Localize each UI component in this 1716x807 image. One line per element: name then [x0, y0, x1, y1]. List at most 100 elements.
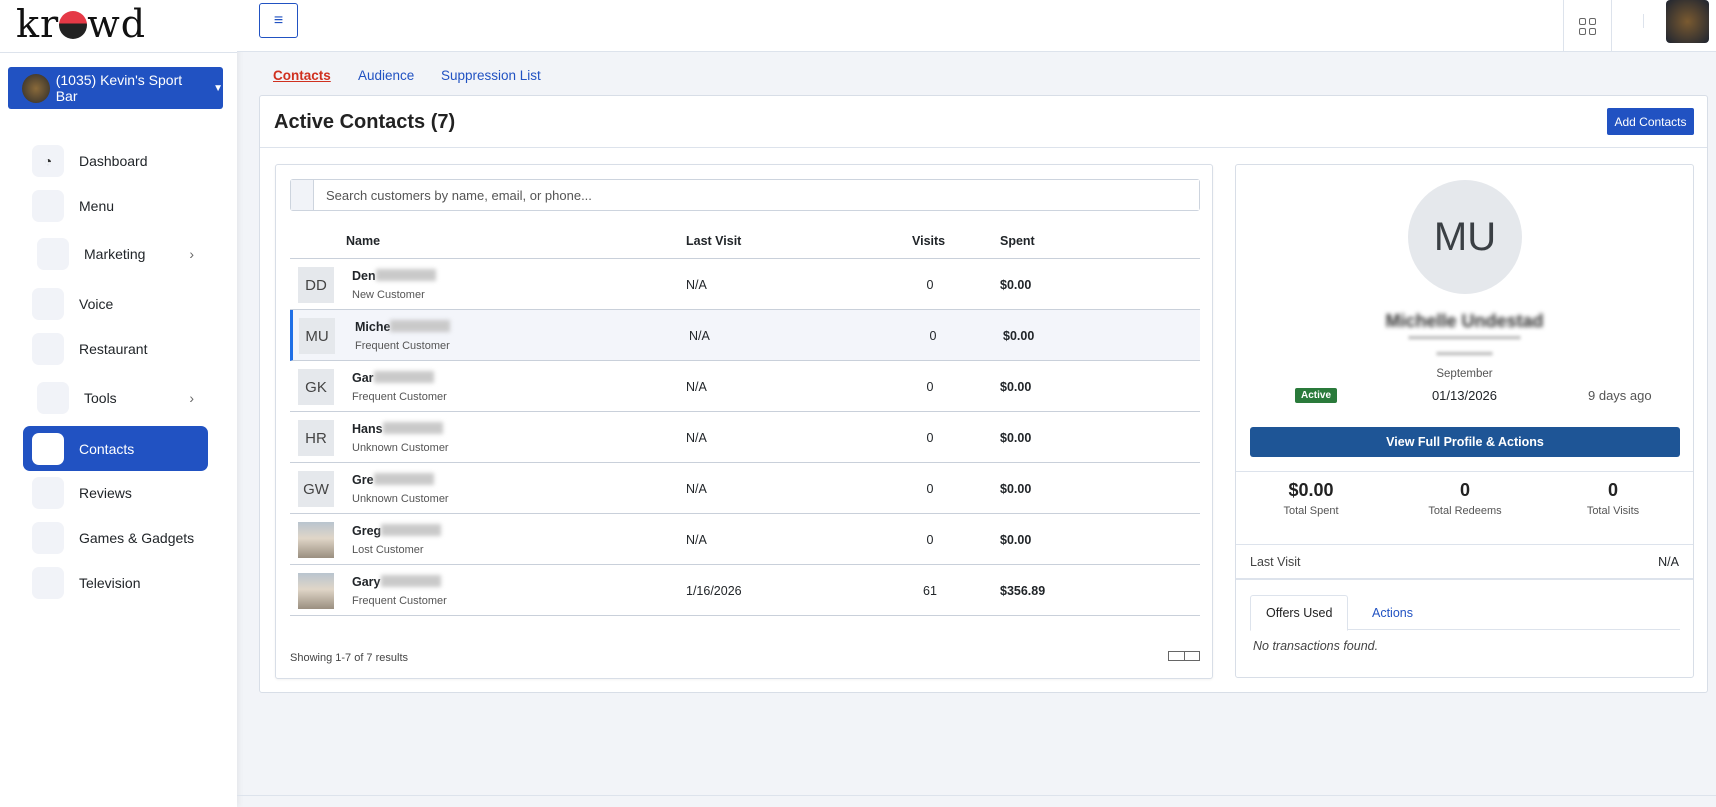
contacts-list-panel: Name Last Visit Visits Spent DD Den New … — [275, 164, 1213, 679]
redacted-text — [381, 524, 442, 536]
contact-name: Miche — [355, 320, 451, 334]
chevron-right-icon: › — [189, 389, 194, 406]
redacted-text — [375, 269, 436, 281]
customer-type: New Customer — [352, 289, 425, 301]
contact-name: Hans — [352, 422, 443, 436]
contact-avatar: HR — [298, 420, 334, 456]
account-avatar[interactable] — [1666, 0, 1709, 43]
visits: 0 — [926, 431, 934, 445]
sidebar-item-restaurant[interactable]: Restaurant — [23, 326, 208, 371]
next-page-button[interactable] — [1183, 652, 1200, 660]
prev-page-button[interactable] — [1169, 652, 1184, 660]
contact-name: Greg — [352, 524, 442, 538]
hamburger-menu-button[interactable]: ≡ — [259, 3, 298, 38]
top-bar: ≡ — [237, 0, 1716, 52]
table-row[interactable]: Gary Frequent Customer 1/16/2026 61 $356… — [290, 565, 1200, 616]
divider — [0, 52, 237, 53]
sidebar-item-television[interactable]: Television — [23, 560, 208, 605]
sidebar: kr wd (1035) Kevin's Sport Bar ▼ ◔ Dashboa… — [0, 0, 237, 807]
tab-contacts[interactable]: Contacts — [273, 68, 331, 83]
tab-offers-used[interactable]: Offers Used — [1250, 595, 1349, 631]
column-header-spent[interactable]: Spent — [1000, 234, 1035, 248]
pagination[interactable] — [1168, 651, 1200, 661]
sidebar-item-label: Dashboard — [79, 152, 148, 169]
last-visit: N/A — [686, 380, 707, 394]
sidebar-item-label: Television — [79, 574, 141, 591]
contact-profile-panel: MU Michelle Undestad •••••••••••••••••••… — [1235, 164, 1694, 678]
reviews-icon — [32, 476, 64, 509]
table-row[interactable]: Greg Lost Customer N/A 0 $0.00 — [290, 514, 1200, 565]
table-row[interactable]: GK Gar Frequent Customer N/A 0 $0.00 — [290, 361, 1200, 412]
profile-tabs: Offers Used Actions — [1250, 595, 1680, 631]
contact-name: Den — [352, 269, 436, 283]
column-header-last-visit[interactable]: Last Visit — [686, 234, 741, 248]
visits: 0 — [926, 380, 934, 394]
apps-button[interactable] — [1563, 0, 1612, 52]
add-contacts-button[interactable]: Add Contacts — [1607, 108, 1694, 135]
sidebar-item-marketing[interactable]: Marketing › — [23, 231, 208, 276]
sidebar-item-voice[interactable]: Voice — [23, 281, 208, 326]
sidebar-item-label: Voice — [79, 295, 114, 312]
column-header-visits[interactable]: Visits — [912, 234, 945, 248]
table-row[interactable]: HR Hans Unknown Customer N/A 0 $0.00 — [290, 412, 1200, 463]
customer-type: Frequent Customer — [352, 595, 447, 607]
stat-total-spent: $0.00 Total Spent — [1283, 480, 1339, 517]
tab-audience[interactable]: Audience — [358, 68, 414, 83]
menu-icon — [32, 189, 64, 222]
profile-month: September — [1436, 368, 1493, 380]
tools-icon — [37, 381, 69, 414]
customer-type: Unknown Customer — [352, 442, 449, 454]
sidebar-item-reviews[interactable]: Reviews — [23, 470, 208, 515]
search-input[interactable] — [314, 180, 1199, 210]
gauge-icon: ◔ — [32, 144, 64, 177]
profile-phone-redacted: •••••••••••••••• — [1436, 349, 1493, 360]
stat-total-visits: 0 Total Visits — [1586, 480, 1640, 517]
spent: $0.00 — [1003, 329, 1035, 343]
table-row[interactable]: GW Gre Unknown Customer N/A 0 $0.00 — [290, 463, 1200, 514]
visits: 0 — [926, 482, 934, 496]
contact-avatar: GW — [298, 471, 334, 507]
tab-suppression-list[interactable]: Suppression List — [441, 68, 541, 83]
sidebar-item-contacts[interactable]: Contacts — [23, 426, 208, 471]
krowd-logo[interactable]: kr wd — [16, 2, 146, 46]
profile-name: Michelle Undestad — [1385, 311, 1544, 331]
empty-state: No transactions found. — [1253, 639, 1379, 653]
sidebar-item-label: Games & Gadgets — [79, 529, 195, 546]
sidebar-item-games[interactable]: Games & Gadgets — [23, 515, 208, 560]
spent: $0.00 — [1000, 431, 1032, 445]
last-visit: N/A — [686, 278, 707, 292]
customer-type: Lost Customer — [352, 544, 424, 556]
tab-actions[interactable]: Actions — [1357, 595, 1428, 631]
visits: 0 — [929, 329, 937, 343]
results-count: Showing 1-7 of 7 results — [290, 652, 409, 664]
customer-type: Frequent Customer — [355, 340, 450, 352]
contact-avatar: MU — [299, 318, 335, 354]
sidebar-item-dashboard[interactable]: ◔ Dashboard — [23, 138, 208, 183]
sidebar-item-label: Reviews — [79, 484, 132, 501]
voice-icon — [32, 287, 64, 320]
visits: 0 — [926, 278, 934, 292]
contact-avatar: DD — [298, 267, 334, 303]
sidebar-item-menu[interactable]: Menu — [23, 183, 208, 228]
table-row[interactable]: MU Miche Frequent Customer N/A 0 $0.00 — [290, 310, 1200, 361]
contact-avatar — [298, 522, 334, 558]
television-icon — [32, 566, 64, 599]
page-title: Active Contacts (7) — [274, 111, 456, 133]
table-row[interactable]: DD Den New Customer N/A 0 $0.00 — [290, 259, 1200, 310]
sidebar-item-tools[interactable]: Tools › — [23, 375, 208, 420]
games-icon — [32, 521, 64, 554]
sidebar-item-label: Menu — [79, 197, 115, 214]
contacts-card: Active Contacts (7) Add Contacts Name La… — [259, 95, 1708, 693]
spent: $0.00 — [1000, 278, 1032, 292]
divider — [237, 795, 1716, 796]
column-header-name[interactable]: Name — [346, 234, 380, 248]
venue-avatar — [22, 73, 50, 103]
divider — [1236, 578, 1693, 580]
contact-avatar: GK — [298, 369, 334, 405]
view-full-profile-button[interactable]: View Full Profile & Actions — [1250, 427, 1680, 457]
venue-selector[interactable]: (1035) Kevin's Sport Bar ▼ — [8, 67, 223, 109]
spent: $356.89 — [1000, 584, 1046, 598]
venue-label: (1035) Kevin's Sport Bar — [55, 72, 183, 104]
spent: $0.00 — [1000, 533, 1032, 547]
redacted-text — [373, 473, 434, 485]
